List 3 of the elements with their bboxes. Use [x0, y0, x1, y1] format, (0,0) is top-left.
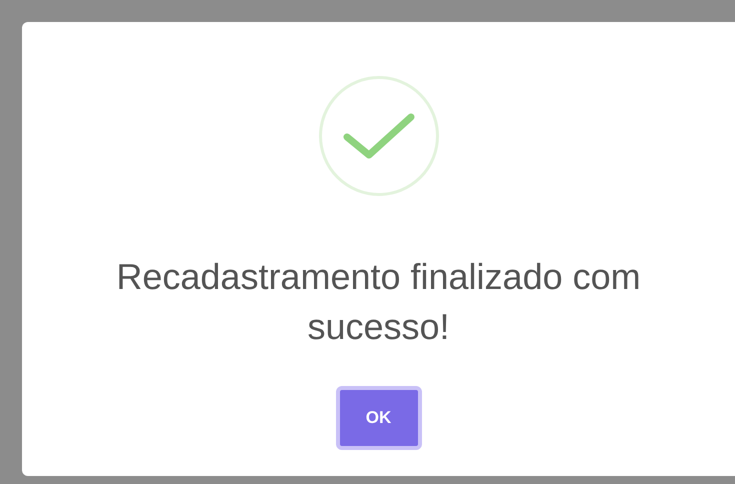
- dialog-title: Recadastramento finalizado com sucesso!: [115, 255, 642, 349]
- success-check-icon: [318, 76, 438, 196]
- ok-button[interactable]: OK: [336, 386, 422, 450]
